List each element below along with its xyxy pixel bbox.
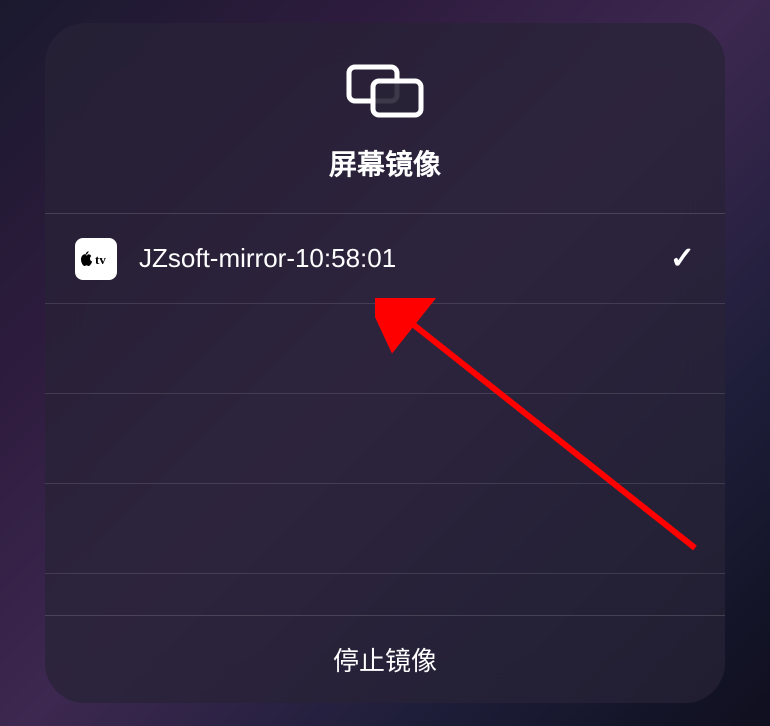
device-row[interactable]: tv JZsoft-mirror-10:58:01 ✓ [45, 214, 725, 304]
screen-mirroring-icon [345, 63, 425, 123]
device-name-label: JZsoft-mirror-10:58:01 [139, 243, 660, 274]
device-row-empty [45, 484, 725, 574]
screen-mirroring-panel: 屏幕镜像 tv JZsoft-mirror-10:58:01 ✓ 停止镜像 [45, 23, 725, 703]
device-row-empty [45, 394, 725, 484]
devices-list: tv JZsoft-mirror-10:58:01 ✓ [45, 214, 725, 615]
stop-mirroring-button[interactable]: 停止镜像 [45, 615, 725, 703]
selected-checkmark-icon: ✓ [670, 241, 695, 276]
svg-text:tv: tv [95, 252, 106, 267]
panel-header: 屏幕镜像 [45, 23, 725, 214]
panel-title: 屏幕镜像 [329, 143, 441, 183]
appletv-icon: tv [75, 238, 117, 280]
device-row-empty [45, 304, 725, 394]
stop-button-label: 停止镜像 [333, 646, 437, 676]
